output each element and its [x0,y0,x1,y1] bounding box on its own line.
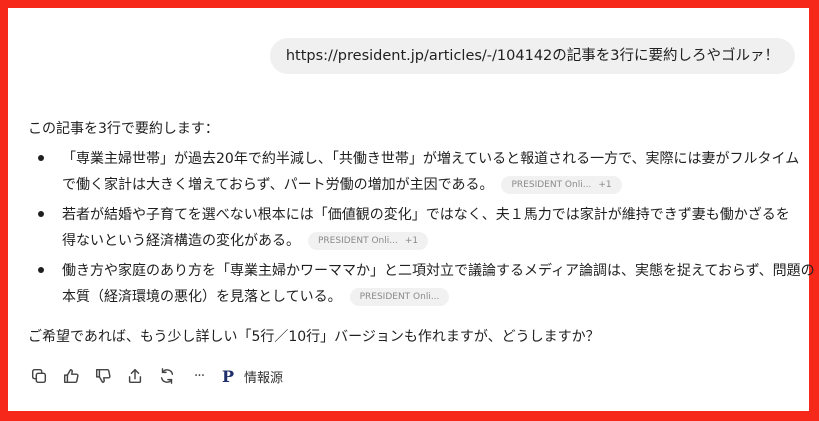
source-chip-label: PRESIDENT Onli... [318,236,398,246]
bullet-3-text: 本質（経済環境の悪化）を見落としている。 [62,289,342,305]
president-logo-icon: P [222,366,235,386]
response-intro: この記事を3行で要約します： [28,121,219,137]
thumbs-down-icon[interactable] [92,365,114,387]
bullet-1-line-2: で働く家計は大きく増えておらず、パート労働の増加が主因である。 PRESIDENT… [62,172,622,198]
bullet-dot [38,211,44,217]
bullet-1-line-1: 「専業主婦世帯」が過去20年で約半減し、「共働き世帯」が増えていると報道される一… [62,151,800,167]
source-chip-label: PRESIDENT Onli... [511,180,592,190]
source-chip-label: PRESIDENT Onli... [359,292,440,302]
bullet-2-line-1: 若者が結婚や子育てを選べない根本には「価値観の変化」ではなく、夫１馬力では家計が… [62,207,790,223]
more-label: ··· [193,368,205,384]
source-chip-count: +1 [404,236,419,246]
bullet-1-text: で働く家計は大きく増えておらず、パート労働の増加が主因である。 [62,177,494,193]
bullet-3-line-2: 本質（経済環境の悪化）を見落としている。 PRESIDENT Onli... [62,284,450,310]
more-icon[interactable]: ··· [188,365,210,387]
regenerate-icon[interactable] [156,365,178,387]
chat-frame: https://president.jp/articles/-/104142の記… [8,8,815,411]
response-closing: ご希望であれば、もう少し詳しい「5行／10行」バージョンも作れますが、どうします… [28,329,600,345]
source-chip-count: +1 [598,180,612,190]
user-message-bubble: https://president.jp/articles/-/104142の記… [269,38,795,74]
bullet-3-line-1: 働き方や家庭のあり方を「専業主婦かワーママか」と二項対立で議論するメディア論調は… [62,263,815,279]
bullet-dot [38,155,44,161]
copy-icon[interactable] [28,365,50,387]
source-chip-3[interactable]: PRESIDENT Onli... [349,288,450,306]
source-chip-2[interactable]: PRESIDENT Onli... +1 [308,232,429,250]
sources-label: 情報源 [244,370,284,386]
share-icon[interactable] [124,365,146,387]
thumbs-up-icon[interactable] [60,365,82,387]
bullet-2-text: 得ないという経済構造の変化がある。 [62,233,300,249]
bullet-dot [38,267,44,273]
response-action-bar: ··· P 情報源 [28,364,283,388]
bullet-2-line-2: 得ないという経済構造の変化がある。 PRESIDENT Onli... +1 [62,228,429,254]
sources-button[interactable]: P 情報源 [222,367,283,386]
source-chip-1[interactable]: PRESIDENT Onli... +1 [501,176,622,194]
